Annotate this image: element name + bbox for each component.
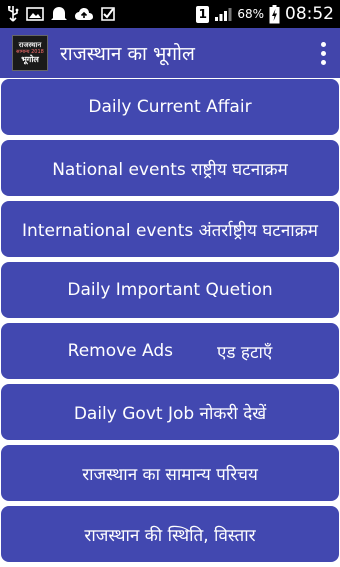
status-clock: 08:52 (285, 4, 334, 24)
remove-ads-hindi-label: एड हटाएँ (217, 342, 273, 363)
menu-button-label: National events राष्ट्रीय घटनाक्रम (52, 159, 288, 180)
status-bar-notifications (6, 5, 116, 23)
status-bar: 1 68% 08:52 (0, 0, 340, 28)
battery-charging-icon (269, 4, 280, 24)
cloud-upload-icon (74, 6, 94, 22)
menu-button-label: राजस्थान की स्थिति, विस्तार (84, 525, 256, 546)
daily-govt-job-button[interactable]: Daily Govt Job नोकरी देखें (1, 384, 339, 440)
rajasthan-general-intro-button[interactable]: राजस्थान का सामान्य परिचय (1, 445, 339, 501)
remove-ads-button[interactable]: Remove Ads एड हटाएँ (1, 323, 339, 379)
signal-icon (214, 6, 232, 22)
menu-button-label: International events अंतर्राष्ट्रीय घटना… (22, 220, 318, 241)
logo-line-3: भूगोल (21, 55, 39, 64)
usb-icon (6, 5, 20, 23)
app-title: राजस्थान का भूगोल (60, 43, 195, 65)
sim-slot-badge: 1 (196, 5, 210, 23)
national-events-button[interactable]: National events राष्ट्रीय घटनाक्रम (1, 140, 339, 196)
battery-percent: 68% (237, 7, 264, 21)
remove-ads-label: Remove Ads (67, 341, 174, 361)
menu-button-label: Daily Important Quetion (67, 280, 273, 300)
notification-icon (50, 5, 68, 23)
international-events-button[interactable]: International events अंतर्राष्ट्रीय घटना… (1, 201, 339, 257)
daily-current-affair-button[interactable]: Daily Current Affair (1, 79, 339, 135)
menu-button-label: राजस्थान का सामान्य परिचय (82, 464, 258, 485)
app-toolbar: राजस्थान सामान्य 2018 भूगोल राजस्थान का … (0, 28, 340, 78)
daily-important-question-button[interactable]: Daily Important Quetion (1, 262, 339, 318)
download-check-icon (100, 5, 116, 23)
rajasthan-location-extent-button[interactable]: राजस्थान की स्थिति, विस्तार (1, 506, 339, 562)
menu-button-label: Daily Current Affair (88, 97, 252, 117)
menu-button-label: Daily Govt Job नोकरी देखें (73, 403, 267, 424)
more-vert-icon[interactable] (306, 28, 340, 78)
image-icon (26, 6, 44, 22)
status-bar-system: 1 68% 08:52 (196, 4, 334, 24)
app-logo: राजस्थान सामान्य 2018 भूगोल (12, 35, 48, 71)
logo-line-1: राजस्थान (18, 41, 42, 49)
